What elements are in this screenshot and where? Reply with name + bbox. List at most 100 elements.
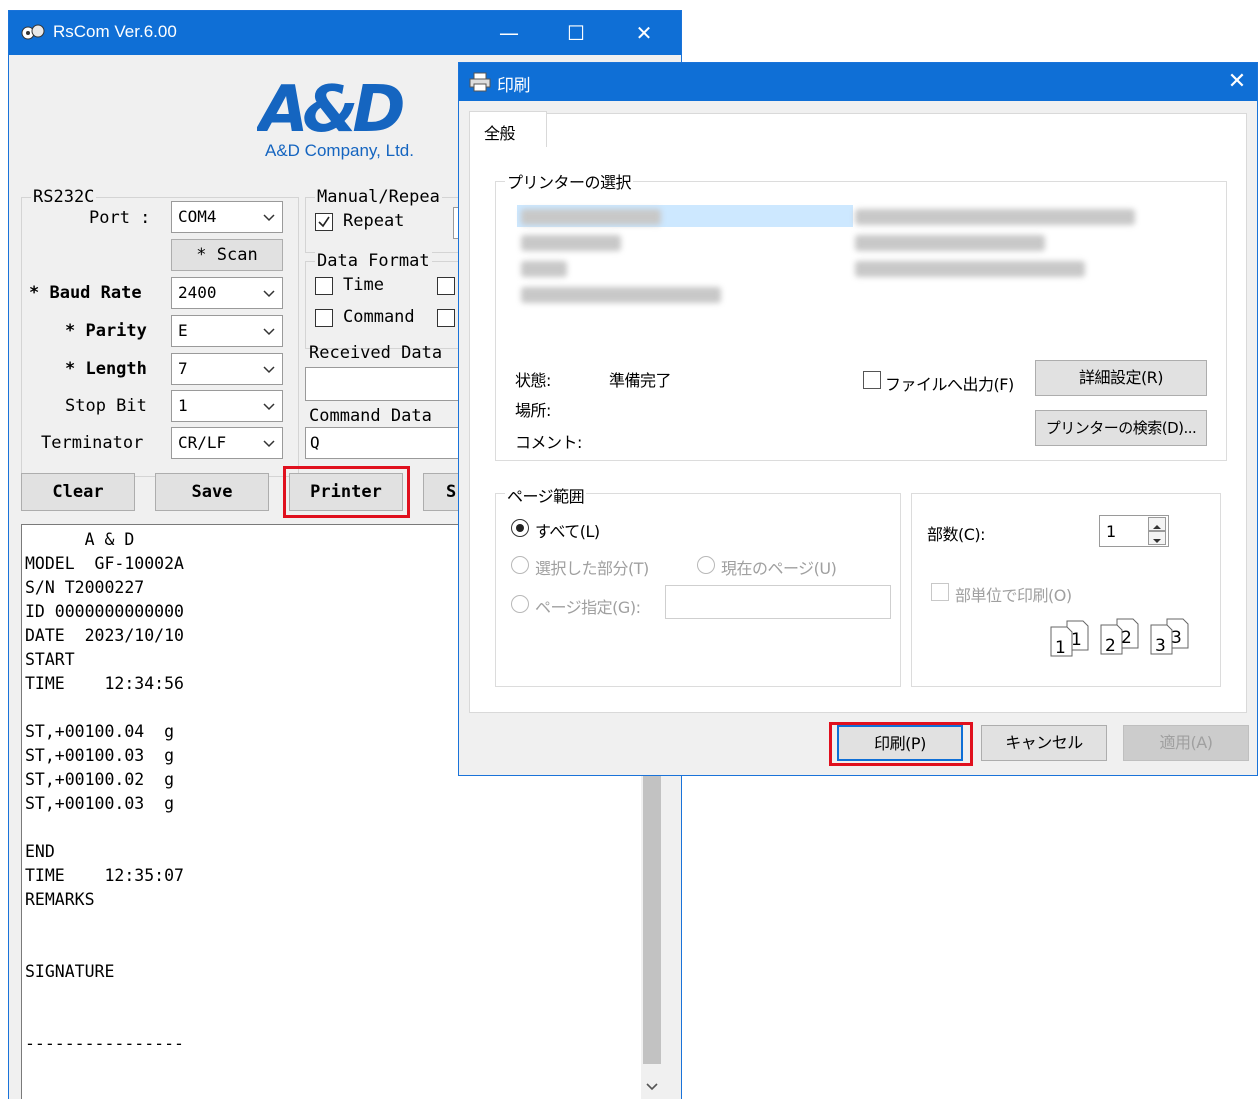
location-label: 場所: bbox=[515, 401, 551, 420]
rscom-titlebar[interactable]: RsCom Ver.6.00 — ☐ ✕ bbox=[9, 11, 681, 55]
terminal-line: ---------------- bbox=[25, 1034, 184, 1053]
chevron-down-icon bbox=[263, 440, 275, 448]
chevron-down-icon bbox=[263, 366, 275, 374]
stop-bit-select[interactable]: 1 bbox=[171, 390, 283, 422]
received-data-label: Received Data bbox=[309, 343, 443, 363]
page-range-input[interactable] bbox=[665, 585, 891, 619]
collate-label: 部単位で印刷(O) bbox=[955, 586, 1072, 605]
all-pages-radio[interactable] bbox=[511, 519, 529, 537]
printer-item[interactable] bbox=[521, 261, 567, 277]
terminator-value: CR/LF bbox=[178, 433, 227, 452]
terminal-line: ST,+00100.03 g bbox=[25, 746, 175, 765]
tab-general[interactable]: 全般 bbox=[469, 111, 547, 147]
repeat-label: Repeat bbox=[343, 211, 405, 231]
chevron-down-icon bbox=[263, 328, 275, 336]
find-printer-button[interactable]: プリンターの検索(D)... bbox=[1035, 410, 1207, 446]
terminal-line: START bbox=[25, 650, 75, 669]
scrollbar-thumb[interactable] bbox=[643, 764, 661, 1064]
printer-select-label: プリンターの選択 bbox=[505, 169, 634, 193]
printer-item[interactable] bbox=[855, 235, 1045, 251]
length-label: * Length bbox=[65, 359, 147, 379]
copies-value: 1 bbox=[1106, 522, 1116, 541]
terminator-select[interactable]: CR/LF bbox=[171, 427, 283, 459]
close-button[interactable]: ✕ bbox=[624, 17, 664, 49]
page-range-specify-label: ページ指定(G): bbox=[535, 598, 641, 617]
current-page-label: 現在のページ(U) bbox=[721, 559, 837, 578]
copies-label: 部数(C): bbox=[927, 525, 986, 544]
page-range-radio[interactable] bbox=[511, 595, 529, 613]
file-output-checkbox[interactable] bbox=[863, 371, 881, 389]
repeat-checkbox[interactable] bbox=[315, 213, 333, 231]
selection-label: 選択した部分(T) bbox=[535, 559, 649, 578]
length-select[interactable]: 7 bbox=[171, 353, 283, 385]
advanced-button[interactable]: 詳細設定(R) bbox=[1035, 360, 1207, 396]
copies-up-button[interactable] bbox=[1148, 517, 1166, 531]
terminal-line: DATE 2023/10/10 bbox=[25, 626, 184, 645]
copies-down-button[interactable] bbox=[1148, 531, 1166, 545]
selection-radio[interactable] bbox=[511, 556, 529, 574]
window-title: RsCom Ver.6.00 bbox=[53, 22, 177, 41]
current-page-radio[interactable] bbox=[697, 556, 715, 574]
scroll-down-icon[interactable] bbox=[645, 1080, 659, 1094]
terminal-text: A & D MODEL GF-10002A S/N T2000227 ID 00000… bbox=[25, 528, 184, 1056]
clear-button[interactable]: Clear bbox=[21, 473, 135, 511]
port-value: COM4 bbox=[178, 207, 217, 226]
status-label: 状態: bbox=[515, 371, 551, 390]
command-data-input[interactable]: Q bbox=[305, 427, 465, 459]
command-data-label: Command Data bbox=[309, 406, 432, 426]
save-button[interactable]: Save bbox=[155, 473, 269, 511]
printer-button-highlight bbox=[283, 466, 410, 518]
comment-label: コメント: bbox=[515, 433, 582, 452]
collate-illustration-icon: 1 1 2 2 3 3 bbox=[1049, 613, 1199, 661]
svg-text:2: 2 bbox=[1105, 636, 1116, 656]
format-checkbox-2[interactable] bbox=[437, 277, 455, 295]
terminal-line: SIGNATURE bbox=[25, 962, 115, 981]
printer-item[interactable] bbox=[521, 209, 661, 225]
baud-rate-label: * Baud Rate bbox=[29, 283, 142, 303]
port-label: Port : bbox=[89, 208, 151, 228]
print-button-highlight bbox=[829, 722, 973, 766]
data-format-group-label: Data Format bbox=[315, 251, 432, 271]
arrow-down-icon bbox=[1153, 539, 1161, 543]
apply-button[interactable]: 適用(A) bbox=[1123, 725, 1249, 761]
page-range-label: ページ範囲 bbox=[505, 483, 587, 507]
port-select[interactable]: COM4 bbox=[171, 201, 283, 233]
received-data-field[interactable] bbox=[305, 367, 465, 401]
collate-checkbox[interactable] bbox=[931, 583, 949, 601]
scan-button[interactable]: * Scan bbox=[171, 239, 283, 271]
time-checkbox[interactable] bbox=[315, 277, 333, 295]
command-checkbox[interactable] bbox=[315, 309, 333, 327]
printer-item[interactable] bbox=[521, 235, 621, 251]
minimize-button[interactable]: — bbox=[489, 17, 529, 49]
close-dialog-button[interactable]: ✕ bbox=[1221, 67, 1253, 97]
maximize-button[interactable]: ☐ bbox=[556, 17, 596, 49]
terminal-line: S/N T2000227 bbox=[25, 578, 145, 597]
cancel-button[interactable]: キャンセル bbox=[981, 725, 1107, 761]
printer-list[interactable] bbox=[507, 193, 1221, 333]
print-dialog-title: 印刷 bbox=[497, 76, 531, 96]
printer-icon bbox=[469, 72, 491, 92]
format-checkbox-4[interactable] bbox=[437, 309, 455, 327]
checkmark-icon bbox=[318, 216, 330, 228]
print-dialog-titlebar[interactable]: 印刷 ✕ bbox=[459, 63, 1257, 101]
baud-rate-value: 2400 bbox=[178, 283, 217, 302]
chevron-down-icon bbox=[263, 403, 275, 411]
svg-text:2: 2 bbox=[1121, 628, 1132, 648]
file-output-label: ファイルへ出力(F) bbox=[885, 375, 1014, 394]
and-logo-icon: A&D bbox=[254, 73, 409, 147]
parity-select[interactable]: E bbox=[171, 315, 283, 347]
printer-item[interactable] bbox=[855, 209, 1135, 225]
chevron-down-icon bbox=[263, 290, 275, 298]
printer-item[interactable] bbox=[855, 261, 1085, 277]
printer-item[interactable] bbox=[521, 287, 721, 303]
svg-text:3: 3 bbox=[1155, 636, 1166, 656]
company-name: A&D Company, Ltd. bbox=[265, 141, 414, 160]
command-data-value: Q bbox=[310, 433, 320, 452]
baud-rate-select[interactable]: 2400 bbox=[171, 277, 283, 309]
copies-spinner[interactable]: 1 bbox=[1099, 515, 1169, 547]
length-value: 7 bbox=[178, 359, 188, 378]
